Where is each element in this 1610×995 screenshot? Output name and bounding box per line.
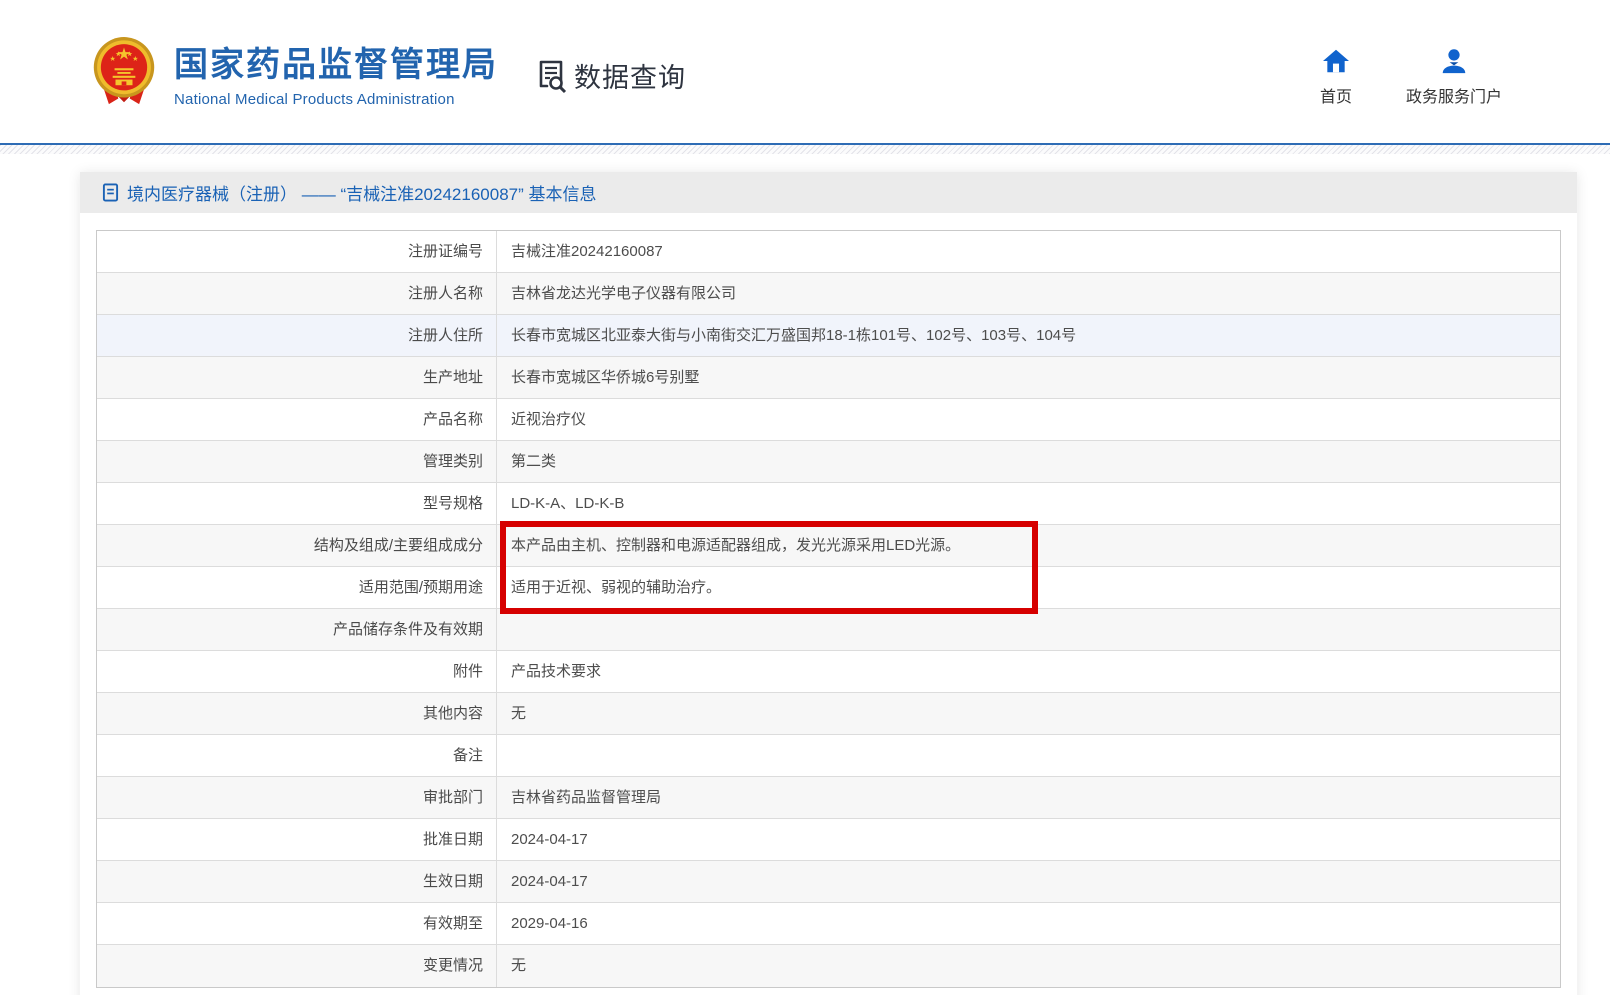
- row-value: 吉林省药品监督管理局: [497, 777, 1560, 818]
- row-label: 其他内容: [97, 693, 497, 734]
- row-label: 审批部门: [97, 777, 497, 818]
- data-query-label: 数据查询: [574, 56, 686, 95]
- row-label: 管理类别: [97, 441, 497, 482]
- row-label: 生产地址: [97, 357, 497, 398]
- home-icon: [1322, 48, 1350, 74]
- header-stripe-band: [0, 145, 1610, 154]
- row-value: 无: [497, 693, 1560, 734]
- table-row: 备注: [97, 735, 1560, 777]
- row-value: 2024-04-17: [497, 819, 1560, 860]
- row-value: 本产品由主机、控制器和电源适配器组成，发光光源采用LED光源。: [497, 525, 1560, 566]
- breadcrumb: 境内医疗器械（注册） —— “吉械注准20242160087” 基本信息: [80, 172, 1577, 213]
- china-national-emblem-icon: [90, 36, 158, 108]
- info-table-body: 注册证编号 吉械注准20242160087 注册人名称 吉林省龙达光学电子仪器有…: [97, 231, 1560, 987]
- table-row: 变更情况 无: [97, 945, 1560, 987]
- nav-home-label: 首页: [1320, 83, 1352, 107]
- table-row: 批准日期 2024-04-17: [97, 819, 1560, 861]
- row-value: 长春市宽城区北亚泰大街与小南街交汇万盛国邦18-1栋101号、102号、103号…: [497, 315, 1560, 356]
- table-row: 附件 产品技术要求: [97, 651, 1560, 693]
- registration-info-table: 注册证编号 吉械注准20242160087 注册人名称 吉林省龙达光学电子仪器有…: [96, 230, 1561, 988]
- table-row: 注册人名称 吉林省龙达光学电子仪器有限公司: [97, 273, 1560, 315]
- row-label: 生效日期: [97, 861, 497, 902]
- document-search-icon: [533, 58, 569, 94]
- row-value: 适用于近视、弱视的辅助治疗。: [497, 567, 1560, 608]
- table-row: 注册证编号 吉械注准20242160087: [97, 231, 1560, 273]
- row-value: 2024-04-17: [497, 861, 1560, 902]
- table-row: 结构及组成/主要组成成分 本产品由主机、控制器和电源适配器组成，发光光源采用LE…: [97, 525, 1560, 567]
- table-row: 审批部门 吉林省药品监督管理局: [97, 777, 1560, 819]
- table-row: 产品储存条件及有效期: [97, 609, 1560, 651]
- table-row: 适用范围/预期用途 适用于近视、弱视的辅助治疗。: [97, 567, 1560, 609]
- header-nav: 首页 政务服务门户: [1320, 48, 1502, 107]
- page-header: 国家药品监督管理局 National Medical Products Admi…: [0, 0, 1610, 143]
- table-row: 有效期至 2029-04-16: [97, 903, 1560, 945]
- row-value: 第二类: [497, 441, 1560, 482]
- table-row: 生效日期 2024-04-17: [97, 861, 1560, 903]
- row-label: 型号规格: [97, 483, 497, 524]
- nav-item-home[interactable]: 首页: [1320, 48, 1352, 107]
- row-label: 附件: [97, 651, 497, 692]
- row-label: 注册证编号: [97, 231, 497, 272]
- content-card: 境内医疗器械（注册） —— “吉械注准20242160087” 基本信息 注册证…: [80, 172, 1577, 995]
- table-row: 注册人住所 长春市宽城区北亚泰大街与小南街交汇万盛国邦18-1栋101号、102…: [97, 315, 1560, 357]
- row-label: 结构及组成/主要组成成分: [97, 525, 497, 566]
- row-label: 变更情况: [97, 945, 497, 987]
- row-label: 适用范围/预期用途: [97, 567, 497, 608]
- row-value: 吉林省龙达光学电子仪器有限公司: [497, 273, 1560, 314]
- table-row: 管理类别 第二类: [97, 441, 1560, 483]
- row-label: 有效期至: [97, 903, 497, 944]
- document-icon: [102, 183, 119, 202]
- table-row: 其他内容 无: [97, 693, 1560, 735]
- site-title: 国家药品监督管理局: [174, 37, 498, 86]
- brand-titles: 国家药品监督管理局 National Medical Products Admi…: [174, 37, 498, 108]
- nav-gov-portal-label: 政务服务门户: [1406, 83, 1502, 107]
- row-value: LD-K-A、LD-K-B: [497, 483, 1560, 524]
- row-value: [497, 609, 1560, 650]
- row-label: 产品储存条件及有效期: [97, 609, 497, 650]
- row-value: 吉械注准20242160087: [497, 231, 1560, 272]
- table-row: 型号规格 LD-K-A、LD-K-B: [97, 483, 1560, 525]
- row-value: [497, 735, 1560, 776]
- row-value: 近视治疗仪: [497, 399, 1560, 440]
- row-label: 注册人名称: [97, 273, 497, 314]
- page-title: 境内医疗器械（注册） —— “吉械注准20242160087” 基本信息: [127, 180, 597, 205]
- table-row: 生产地址 长春市宽城区华侨城6号别墅: [97, 357, 1560, 399]
- row-value: 产品技术要求: [497, 651, 1560, 692]
- row-label: 备注: [97, 735, 497, 776]
- row-label: 批准日期: [97, 819, 497, 860]
- nmpa-logo-link[interactable]: 国家药品监督管理局 National Medical Products Admi…: [90, 36, 498, 108]
- row-value: 长春市宽城区华侨城6号别墅: [497, 357, 1560, 398]
- nav-item-gov-portal[interactable]: 政务服务门户: [1406, 48, 1502, 107]
- row-label: 注册人住所: [97, 315, 497, 356]
- row-label: 产品名称: [97, 399, 497, 440]
- site-subtitle: National Medical Products Administration: [174, 91, 498, 108]
- user-icon: [1440, 48, 1468, 74]
- row-value: 2029-04-16: [497, 903, 1560, 944]
- data-query-section[interactable]: 数据查询: [533, 56, 686, 95]
- row-value: 无: [497, 945, 1560, 987]
- table-row: 产品名称 近视治疗仪: [97, 399, 1560, 441]
